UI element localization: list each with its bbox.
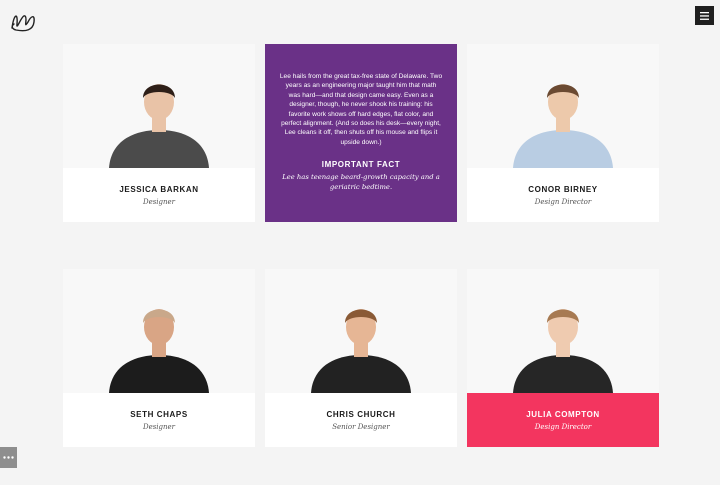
portrait-illustration bbox=[513, 84, 613, 168]
menu-button[interactable] bbox=[695, 6, 714, 25]
team-member-role: Design Director bbox=[534, 423, 592, 431]
hamburger-icon bbox=[700, 11, 709, 20]
figure-shape bbox=[513, 130, 613, 168]
team-member-card[interactable]: JESSICA BARKAN Designer bbox=[63, 44, 255, 222]
team-member-photo bbox=[467, 44, 659, 168]
name-band bbox=[467, 393, 659, 447]
figure-shape bbox=[109, 355, 209, 393]
team-member-photo bbox=[63, 269, 255, 393]
team-member-name: CHRIS CHURCH bbox=[326, 410, 396, 419]
name-band bbox=[265, 393, 457, 447]
team-member-role: Designer bbox=[142, 198, 176, 206]
team-member-photo bbox=[467, 269, 659, 393]
more-button[interactable] bbox=[0, 447, 17, 468]
name-band bbox=[467, 168, 659, 222]
team-member-photo bbox=[265, 269, 457, 393]
portrait-illustration bbox=[109, 84, 209, 168]
figure-shape bbox=[513, 355, 613, 393]
team-member-card[interactable]: JULIA COMPTON Design Director bbox=[467, 269, 659, 447]
portrait-illustration bbox=[311, 309, 411, 393]
ellipsis-icon bbox=[3, 456, 14, 459]
bio-text: Lee hails from the great tax-free state … bbox=[279, 73, 443, 146]
figure-shape bbox=[109, 130, 209, 168]
portrait-illustration bbox=[513, 309, 613, 393]
team-member-name: CONOR BIRNEY bbox=[528, 185, 598, 194]
team-member-role: Senior Designer bbox=[332, 423, 390, 431]
scribble-logo-icon[interactable] bbox=[8, 8, 40, 36]
featured-bio-card[interactable]: Lee hails from the great tax-free state … bbox=[265, 44, 457, 222]
team-member-role: Designer bbox=[142, 423, 176, 431]
team-member-name: SETH CHAPS bbox=[130, 410, 188, 419]
fact-heading: IMPORTANT FACT bbox=[321, 160, 401, 170]
team-member-card[interactable]: SETH CHAPS Designer bbox=[63, 269, 255, 447]
team-member-card[interactable]: CONOR BIRNEY Design Director bbox=[467, 44, 659, 222]
team-member-name: JESSICA BARKAN bbox=[119, 185, 199, 194]
figure-shape bbox=[311, 355, 411, 393]
name-band bbox=[63, 168, 255, 222]
portrait-illustration bbox=[109, 309, 209, 393]
team-member-card[interactable]: CHRIS CHURCH Senior Designer bbox=[265, 269, 457, 447]
name-band bbox=[63, 393, 255, 447]
team-member-role: Design Director bbox=[534, 198, 592, 206]
team-member-photo bbox=[63, 44, 255, 168]
team-member-name: JULIA COMPTON bbox=[526, 410, 600, 419]
fact-text: Lee has teenage beard-growth capacity an… bbox=[282, 173, 440, 191]
